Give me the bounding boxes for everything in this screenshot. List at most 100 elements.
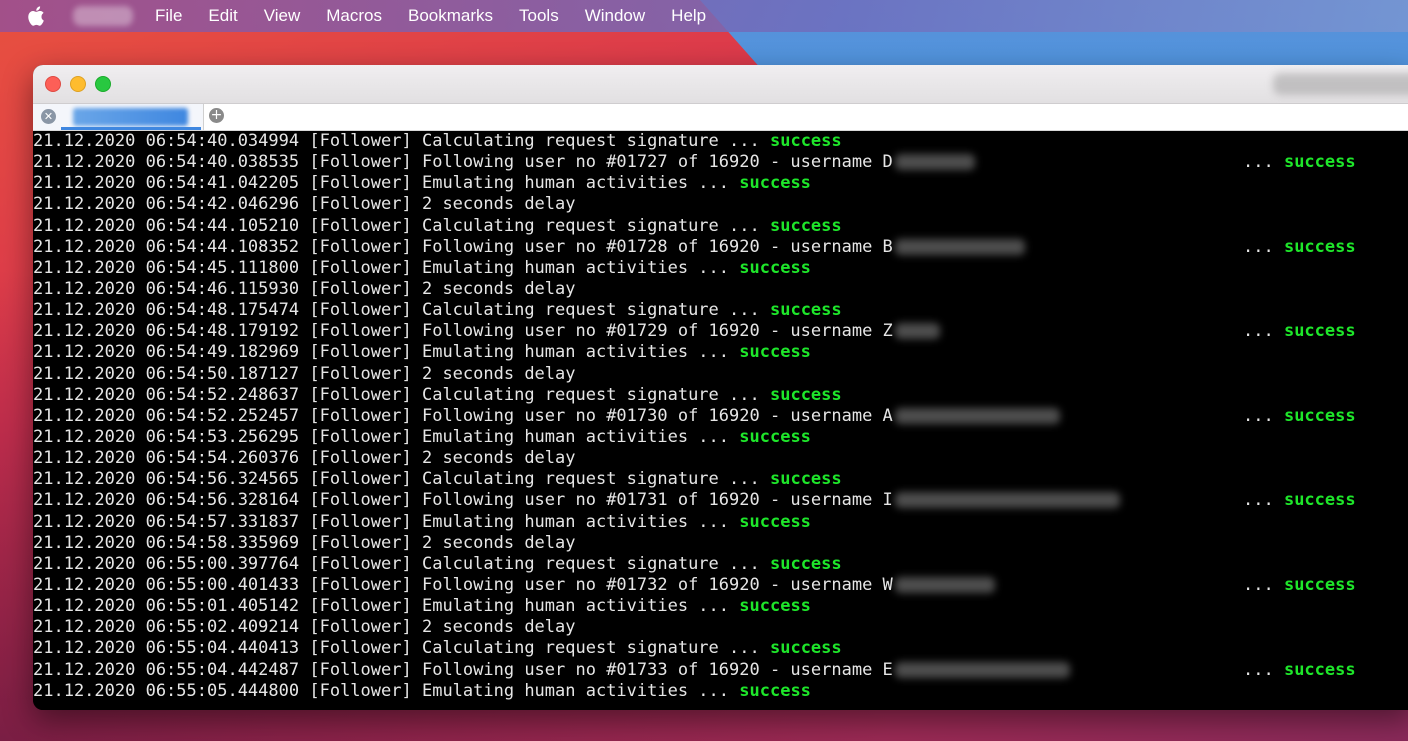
log-message: Emulating human activities ... xyxy=(421,426,730,447)
log-timestamp: 21.12.2020 06:54:44.105210 xyxy=(33,215,300,236)
log-timestamp: 21.12.2020 06:55:05.444800 xyxy=(33,680,300,701)
status-success: success xyxy=(1283,405,1356,426)
status-success: success xyxy=(739,596,811,617)
session-tab[interactable]: ✕ xyxy=(33,104,204,130)
log-message: Emulating human activities ... xyxy=(421,342,730,363)
log-message: Following user no #01728 of 16920 - user… xyxy=(421,236,893,257)
new-tab-icon[interactable]: + xyxy=(209,108,224,123)
username-redacted xyxy=(894,576,995,593)
log-message: Emulating human activities ... xyxy=(421,511,730,532)
terminal-line: 21.12.2020 06:54:46.115930 [Follower] 2 … xyxy=(33,279,1408,300)
log-dots: ... xyxy=(1243,659,1284,680)
log-message: Following user no #01732 of 16920 - user… xyxy=(421,574,893,595)
log-tag: [Follower] xyxy=(309,596,412,617)
status-success: success xyxy=(1283,236,1356,257)
log-timestamp: 21.12.2020 06:54:40.034994 xyxy=(33,131,300,151)
log-tag: [Follower] xyxy=(309,405,412,426)
log-tag: [Follower] xyxy=(309,553,412,574)
log-tag: [Follower] xyxy=(309,257,412,278)
terminal-line: 21.12.2020 06:55:04.440413 [Follower] Ca… xyxy=(33,638,1408,659)
log-tag: [Follower] xyxy=(309,574,412,595)
log-timestamp: 21.12.2020 06:54:48.179192 xyxy=(33,321,300,342)
status-success: success xyxy=(1283,574,1356,595)
log-timestamp: 21.12.2020 06:54:49.182969 xyxy=(33,342,300,363)
menu-file[interactable]: File xyxy=(155,6,182,26)
log-message: 2 seconds delay xyxy=(421,532,576,553)
status-success: success xyxy=(769,384,842,405)
menu-macros[interactable]: Macros xyxy=(326,6,382,26)
username-redacted xyxy=(894,492,1120,509)
log-timestamp: 21.12.2020 06:54:54.260376 xyxy=(33,448,300,469)
terminal-line: 21.12.2020 06:54:58.335969 [Follower] 2 … xyxy=(33,533,1408,554)
terminal-output[interactable]: 21.12.2020 06:54:40.034994 [Follower] Ca… xyxy=(33,131,1408,710)
log-tag: [Follower] xyxy=(309,131,412,151)
terminal-line: 21.12.2020 06:54:56.324565 [Follower] Ca… xyxy=(33,469,1408,490)
menu-edit[interactable]: Edit xyxy=(208,6,237,26)
apple-icon[interactable] xyxy=(27,5,49,27)
status-success: success xyxy=(769,638,842,659)
follow-status-group: ... success xyxy=(1243,152,1356,173)
log-tag: [Follower] xyxy=(309,532,412,553)
log-timestamp: 21.12.2020 06:55:00.401433 xyxy=(33,574,300,595)
username-redacted xyxy=(894,407,1060,424)
log-message: Following user no #01729 of 16920 - user… xyxy=(421,321,893,342)
log-tag: [Follower] xyxy=(309,426,412,447)
log-tag: [Follower] xyxy=(309,659,412,680)
status-success: success xyxy=(739,511,811,532)
status-success: success xyxy=(739,680,811,701)
terminal-line: 21.12.2020 06:55:05.444800 [Follower] Em… xyxy=(33,681,1408,702)
log-message: Following user no #01731 of 16920 - user… xyxy=(421,490,893,511)
log-message: Calculating request signature ... xyxy=(421,553,760,574)
menu-help[interactable]: Help xyxy=(671,6,706,26)
terminal-line: 21.12.2020 06:54:48.179192 [Follower] Fo… xyxy=(33,321,1408,342)
terminal-line: 21.12.2020 06:54:50.187127 [Follower] 2 … xyxy=(33,364,1408,385)
terminal-line: 21.12.2020 06:54:44.105210 [Follower] Ca… xyxy=(33,216,1408,237)
minimize-window-button[interactable] xyxy=(70,76,86,92)
terminal-line: 21.12.2020 06:54:40.038535 [Follower] Fo… xyxy=(33,152,1408,173)
log-timestamp: 21.12.2020 06:54:41.042205 xyxy=(33,173,300,194)
menu-tools[interactable]: Tools xyxy=(519,6,559,26)
menu-window[interactable]: Window xyxy=(585,6,645,26)
log-tag: [Follower] xyxy=(309,511,412,532)
log-message: Emulating human activities ... xyxy=(421,680,730,701)
zoom-window-button[interactable] xyxy=(95,76,111,92)
window-titlebar[interactable] xyxy=(33,65,1408,104)
menu-bookmarks[interactable]: Bookmarks xyxy=(408,6,493,26)
log-message: 2 seconds delay xyxy=(421,363,576,384)
follow-status-group: ... success xyxy=(1243,490,1356,511)
close-tab-icon[interactable]: ✕ xyxy=(41,109,56,124)
terminal-line: 21.12.2020 06:54:48.175474 [Follower] Ca… xyxy=(33,300,1408,321)
log-message: Following user no #01727 of 16920 - user… xyxy=(421,152,893,173)
status-success: success xyxy=(739,342,811,363)
status-success: success xyxy=(1283,659,1356,680)
close-window-button[interactable] xyxy=(45,76,61,92)
log-tag: [Follower] xyxy=(309,194,412,215)
app-name-redacted[interactable] xyxy=(73,6,133,26)
log-message: Emulating human activities ... xyxy=(421,596,730,617)
active-tab-indicator xyxy=(61,127,201,130)
log-timestamp: 21.12.2020 06:54:48.175474 xyxy=(33,300,300,321)
log-tag: [Follower] xyxy=(309,638,412,659)
window-title-redacted xyxy=(1273,73,1408,95)
log-message: Emulating human activities ... xyxy=(421,257,730,278)
terminal-line: 21.12.2020 06:54:53.256295 [Follower] Em… xyxy=(33,427,1408,448)
log-timestamp: 21.12.2020 06:55:02.409214 xyxy=(33,617,300,638)
log-timestamp: 21.12.2020 06:55:01.405142 xyxy=(33,596,300,617)
log-timestamp: 21.12.2020 06:54:57.331837 xyxy=(33,511,300,532)
status-success: success xyxy=(1283,152,1356,173)
log-message: Following user no #01733 of 16920 - user… xyxy=(421,659,893,680)
menu-view[interactable]: View xyxy=(264,6,301,26)
log-timestamp: 21.12.2020 06:54:56.324565 xyxy=(33,469,300,490)
log-timestamp: 21.12.2020 06:54:46.115930 xyxy=(33,278,300,299)
log-timestamp: 21.12.2020 06:54:50.187127 xyxy=(33,363,300,384)
terminal-line: 21.12.2020 06:54:42.046296 [Follower] 2 … xyxy=(33,194,1408,215)
log-message: Calculating request signature ... xyxy=(421,131,760,151)
terminal-line: 21.12.2020 06:55:01.405142 [Follower] Em… xyxy=(33,596,1408,617)
log-message: 2 seconds delay xyxy=(421,278,576,299)
log-tag: [Follower] xyxy=(309,236,412,257)
status-success: success xyxy=(769,131,842,151)
log-tag: [Follower] xyxy=(309,448,412,469)
log-dots: ... xyxy=(1243,574,1284,595)
log-tag: [Follower] xyxy=(309,490,412,511)
log-message: 2 seconds delay xyxy=(421,194,576,215)
